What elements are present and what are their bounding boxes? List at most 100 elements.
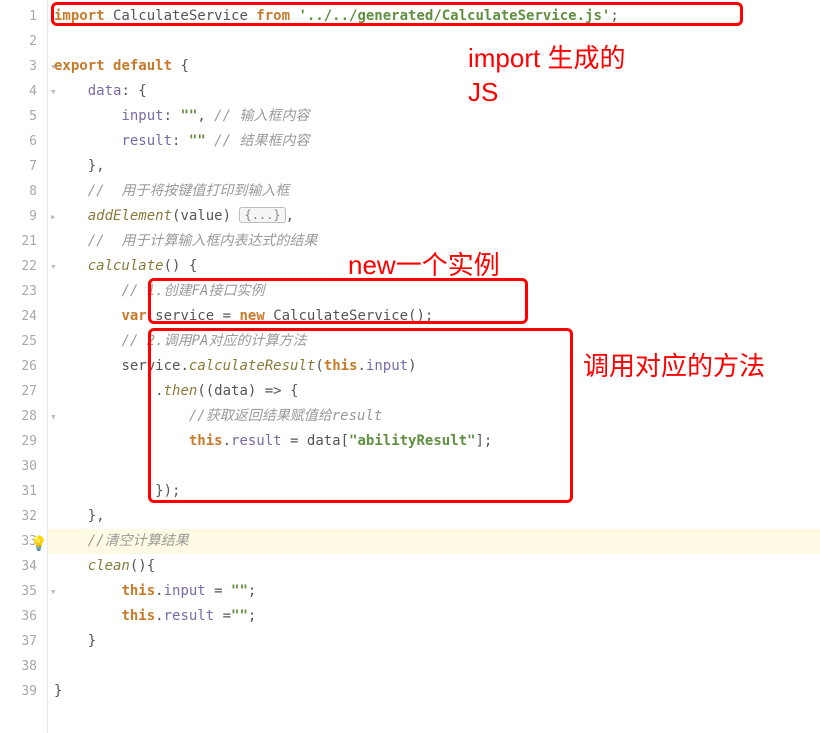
code-line[interactable]: // 用于将按键值打印到输入框	[48, 179, 820, 204]
code-line[interactable]: service.calculateResult(this.input)	[48, 354, 820, 379]
line-number[interactable]: 25	[0, 329, 47, 354]
code-line[interactable]: result: "" // 结果框内容	[48, 129, 820, 154]
method-name: calculateResult	[189, 358, 315, 374]
punct: {	[180, 58, 188, 74]
code-line[interactable]: export default {	[48, 54, 820, 79]
line-number[interactable]: 23	[0, 279, 47, 304]
comment: // 结果框内容	[206, 133, 310, 149]
line-number[interactable]: 22	[0, 254, 47, 279]
line-number[interactable]: 21	[0, 229, 47, 254]
identifier: CalculateService	[105, 8, 257, 24]
punct: }	[88, 633, 96, 649]
code-line[interactable]: calculate() {	[48, 254, 820, 279]
comment: // 用于计算输入框内表达式的结果	[88, 233, 318, 249]
code-line[interactable]: this.result = data["abilityResult"];	[48, 429, 820, 454]
code-line[interactable]: },	[48, 154, 820, 179]
code-line[interactable]: this.result ="";	[48, 604, 820, 629]
code-line[interactable]: var service = new CalculateService();	[48, 304, 820, 329]
code-line[interactable]: // 用于计算输入框内表达式的结果	[48, 229, 820, 254]
line-number[interactable]: 4	[0, 79, 47, 104]
line-number[interactable]: 38	[0, 654, 47, 679]
string: ""	[231, 608, 248, 624]
code-area[interactable]: import CalculateService from '../../gene…	[48, 0, 820, 733]
code-line[interactable]: addElement(value) {...},	[48, 204, 820, 229]
keyword: export	[54, 58, 113, 74]
code-line[interactable]: data: {	[48, 79, 820, 104]
property: result	[164, 608, 215, 624]
punct: .	[180, 358, 188, 374]
punct: },	[88, 508, 105, 524]
comment: // 用于将按键值打印到输入框	[88, 183, 290, 199]
code-line[interactable]	[48, 654, 820, 679]
punct: },	[88, 158, 105, 174]
code-line[interactable]: });	[48, 479, 820, 504]
code-line[interactable]: // 2.调用PA对应的计算方法	[48, 329, 820, 354]
code-line[interactable]: import CalculateService from '../../gene…	[48, 4, 820, 29]
line-number[interactable]: 3	[0, 54, 47, 79]
property: data	[88, 83, 122, 99]
line-number[interactable]: 6	[0, 129, 47, 154]
line-number[interactable]: 35	[0, 579, 47, 604]
line-number[interactable]: 32	[0, 504, 47, 529]
punct: });	[155, 483, 180, 499]
method-name: calculate	[88, 258, 164, 274]
line-number[interactable]: 39	[0, 679, 47, 704]
line-number[interactable]: 24	[0, 304, 47, 329]
line-number[interactable]: 28	[0, 404, 47, 429]
line-number[interactable]: 29	[0, 429, 47, 454]
line-number[interactable]: 5	[0, 104, 47, 129]
line-number[interactable]: 27	[0, 379, 47, 404]
punct: =	[206, 583, 231, 599]
line-number[interactable]: 26	[0, 354, 47, 379]
code-line[interactable]: clean(){	[48, 554, 820, 579]
code-line[interactable]: .then((data) => {	[48, 379, 820, 404]
punct: (){	[130, 558, 155, 574]
punct: [	[341, 433, 349, 449]
keyword: default	[113, 58, 180, 74]
keyword: new	[239, 308, 273, 324]
code-line[interactable]: input: "", // 输入框内容	[48, 104, 820, 129]
comment: // 输入框内容	[214, 108, 309, 124]
property: input	[121, 108, 163, 124]
property: input	[164, 583, 206, 599]
code-line[interactable]: },	[48, 504, 820, 529]
code-line[interactable]: this.input = "";	[48, 579, 820, 604]
code-line-highlighted[interactable]: 💡 //清空计算结果	[48, 529, 820, 554]
code-line[interactable]: }	[48, 679, 820, 704]
punct: =	[214, 608, 231, 624]
line-number[interactable]: 37	[0, 629, 47, 654]
keyword: this	[121, 583, 155, 599]
punct: .	[223, 433, 231, 449]
keyword: from	[256, 8, 298, 24]
method-name: addElement	[88, 208, 172, 224]
punct: =	[214, 308, 239, 324]
line-number[interactable]: 34	[0, 554, 47, 579]
punct: .	[155, 608, 163, 624]
line-number[interactable]: 31	[0, 479, 47, 504]
identifier: data	[307, 433, 341, 449]
folded-region[interactable]: {...}	[239, 207, 285, 223]
code-line[interactable]	[48, 29, 820, 54]
code-line[interactable]: //获取返回结果赋值给result	[48, 404, 820, 429]
punct: )	[223, 208, 240, 224]
line-number[interactable]: 7	[0, 154, 47, 179]
string: "abilityResult"	[349, 433, 475, 449]
lightbulb-icon[interactable]: 💡	[30, 532, 47, 557]
line-number[interactable]: 2	[0, 29, 47, 54]
punct: : {	[121, 83, 146, 99]
code-line[interactable]: // 1.创建FA接口实例	[48, 279, 820, 304]
code-line[interactable]: }	[48, 629, 820, 654]
punct: ];	[475, 433, 492, 449]
punct: )	[408, 358, 416, 374]
comment: // 1.创建FA接口实例	[121, 283, 264, 299]
class-name: CalculateService	[273, 308, 408, 324]
line-number[interactable]: 8	[0, 179, 47, 204]
string: ""	[189, 133, 206, 149]
string: ""	[180, 108, 197, 124]
line-number[interactable]: 36	[0, 604, 47, 629]
line-number[interactable]: 1	[0, 4, 47, 29]
property: input	[366, 358, 408, 374]
line-number[interactable]: 9	[0, 204, 47, 229]
line-number[interactable]: 30	[0, 454, 47, 479]
code-line[interactable]	[48, 454, 820, 479]
